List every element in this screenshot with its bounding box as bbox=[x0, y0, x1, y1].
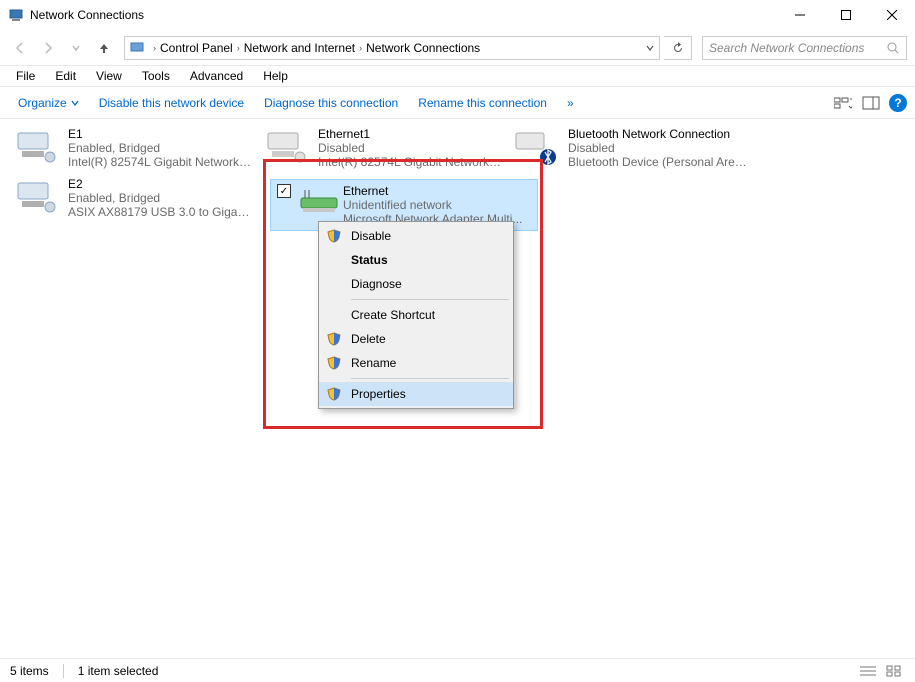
status-selection-count: 1 item selected bbox=[78, 664, 159, 678]
up-button[interactable] bbox=[92, 36, 116, 60]
content-area: E1 Enabled, Bridged Intel(R) 82574L Giga… bbox=[0, 119, 915, 658]
close-button[interactable] bbox=[869, 0, 915, 30]
connection-item[interactable]: Ethernet1 Disabled Intel(R) 82574L Gigab… bbox=[258, 125, 508, 175]
context-create-shortcut[interactable]: Create Shortcut bbox=[319, 303, 513, 327]
chevron-right-icon: › bbox=[153, 43, 156, 53]
connection-status: Enabled, Bridged bbox=[68, 191, 253, 205]
connection-status: Enabled, Bridged bbox=[68, 141, 253, 155]
network-adapter-icon bbox=[12, 127, 60, 167]
network-bridge-icon bbox=[299, 184, 339, 216]
connection-name: Bluetooth Network Connection bbox=[568, 127, 753, 141]
connection-status: Disabled bbox=[318, 141, 503, 155]
back-button[interactable] bbox=[8, 36, 32, 60]
location-icon bbox=[129, 40, 145, 56]
connection-name: Ethernet bbox=[343, 184, 522, 198]
menu-advanced[interactable]: Advanced bbox=[182, 67, 251, 85]
breadcrumb-part[interactable]: Network and Internet bbox=[244, 41, 355, 55]
menu-help[interactable]: Help bbox=[255, 67, 296, 85]
connection-name: E1 bbox=[68, 127, 253, 141]
context-disable[interactable]: Disable bbox=[319, 224, 513, 248]
connection-device: Intel(R) 82574L Gigabit Network C... bbox=[318, 155, 503, 169]
context-delete[interactable]: Delete bbox=[319, 327, 513, 351]
status-item-count: 5 items bbox=[10, 664, 49, 678]
large-icons-view-button[interactable] bbox=[883, 662, 905, 680]
menu-edit[interactable]: Edit bbox=[47, 67, 84, 85]
recent-dropdown[interactable] bbox=[64, 36, 88, 60]
connection-status: Unidentified network bbox=[343, 198, 522, 212]
menu-separator bbox=[351, 299, 509, 300]
refresh-button[interactable] bbox=[664, 36, 692, 60]
context-status[interactable]: Status bbox=[319, 248, 513, 272]
minimize-button[interactable] bbox=[777, 0, 823, 30]
disable-device-button[interactable]: Disable this network device bbox=[89, 92, 254, 114]
connection-item[interactable]: Bluetooth Network Connection Disabled Bl… bbox=[508, 125, 788, 175]
bluetooth-adapter-icon bbox=[512, 127, 560, 167]
connection-status: Disabled bbox=[568, 141, 753, 155]
breadcrumb-part[interactable]: Control Panel bbox=[160, 41, 233, 55]
menu-bar: File Edit View Tools Advanced Help bbox=[0, 66, 915, 87]
menu-file[interactable]: File bbox=[8, 67, 43, 85]
connection-item[interactable]: E1 Enabled, Bridged Intel(R) 82574L Giga… bbox=[8, 125, 258, 175]
forward-button[interactable] bbox=[36, 36, 60, 60]
connection-device: Bluetooth Device (Personal Area ... bbox=[568, 155, 753, 169]
context-properties[interactable]: Properties bbox=[319, 382, 513, 406]
preview-pane-button[interactable] bbox=[859, 91, 883, 115]
context-rename[interactable]: Rename bbox=[319, 351, 513, 375]
selection-checkbox[interactable]: ✓ bbox=[277, 184, 291, 198]
search-input[interactable]: Search Network Connections bbox=[702, 36, 907, 60]
shield-icon bbox=[327, 229, 341, 243]
view-options-button[interactable] bbox=[831, 91, 855, 115]
shield-icon bbox=[327, 332, 341, 346]
connection-item[interactable]: E2 Enabled, Bridged ASIX AX88179 USB 3.0… bbox=[8, 175, 258, 225]
help-button[interactable]: ? bbox=[889, 94, 907, 112]
nav-bar: › Control Panel › Network and Internet ›… bbox=[0, 30, 915, 66]
rename-button[interactable]: Rename this connection bbox=[408, 92, 557, 114]
shield-icon bbox=[327, 387, 341, 401]
organize-button[interactable]: Organize bbox=[8, 92, 89, 114]
connection-device: Intel(R) 82574L Gigabit Network C... bbox=[68, 155, 253, 169]
maximize-button[interactable] bbox=[823, 0, 869, 30]
window-controls bbox=[777, 0, 915, 30]
network-adapter-icon bbox=[12, 177, 60, 217]
connection-name: Ethernet1 bbox=[318, 127, 503, 141]
details-view-button[interactable] bbox=[857, 662, 879, 680]
app-icon bbox=[8, 7, 24, 23]
connection-device: ASIX AX88179 USB 3.0 to Gigabit E... bbox=[68, 205, 253, 219]
status-bar: 5 items 1 item selected bbox=[0, 658, 915, 682]
menu-separator bbox=[351, 378, 509, 379]
shield-icon bbox=[327, 356, 341, 370]
chevron-right-icon: › bbox=[237, 43, 240, 53]
menu-tools[interactable]: Tools bbox=[134, 67, 178, 85]
address-bar[interactable]: › Control Panel › Network and Internet ›… bbox=[124, 36, 660, 60]
breadcrumb-part[interactable]: Network Connections bbox=[366, 41, 480, 55]
context-menu: Disable Status Diagnose Create Shortcut … bbox=[318, 221, 514, 409]
diagnose-button[interactable]: Diagnose this connection bbox=[254, 92, 408, 114]
command-bar: Organize Disable this network device Dia… bbox=[0, 87, 915, 119]
title-bar: Network Connections bbox=[0, 0, 915, 30]
more-commands-button[interactable]: » bbox=[557, 92, 584, 114]
search-placeholder: Search Network Connections bbox=[709, 41, 886, 55]
connection-name: E2 bbox=[68, 177, 253, 191]
menu-view[interactable]: View bbox=[88, 67, 130, 85]
chevron-right-icon: › bbox=[359, 43, 362, 53]
window-title: Network Connections bbox=[30, 8, 777, 22]
network-adapter-disabled-icon bbox=[262, 127, 310, 167]
search-icon bbox=[886, 41, 900, 55]
context-diagnose[interactable]: Diagnose bbox=[319, 272, 513, 296]
address-dropdown-icon[interactable] bbox=[645, 43, 655, 53]
status-divider bbox=[63, 664, 64, 678]
